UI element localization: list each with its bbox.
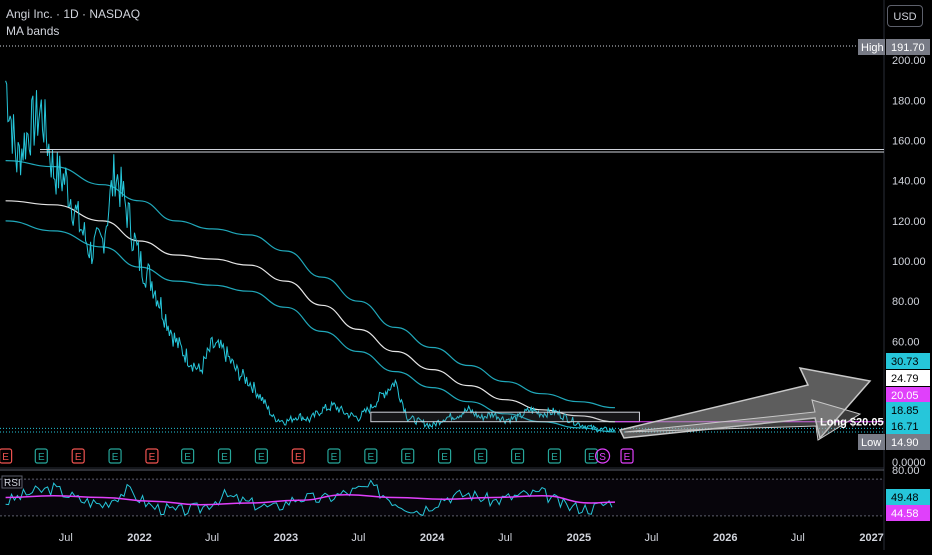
price-tag-value: 20.05 — [891, 390, 919, 402]
rsi-tag[interactable]: 44.58 — [886, 505, 930, 521]
price-tag[interactable]: 18.85 — [886, 402, 930, 418]
time-tick-label: Jul — [498, 532, 512, 544]
price-tag[interactable]: 14.90 Low — [858, 434, 930, 450]
price-tick-label: 100.00 — [892, 256, 926, 268]
earnings-marker[interactable]: E — [510, 448, 525, 464]
rsi-legend[interactable]: RSI — [1, 475, 23, 489]
price-axis[interactable]: 0.000020.0040.0060.0080.00100.00120.0014… — [858, 39, 930, 521]
earnings-marker-label: E — [112, 452, 119, 463]
price-series — [5, 80, 616, 433]
rsi-tag-value: 44.58 — [891, 508, 919, 520]
earnings-marker-label: E — [477, 452, 484, 463]
price-tick-label: 180.00 — [892, 95, 926, 107]
price-tag-value: 24.79 — [891, 373, 919, 385]
long-annotation: Long $20.05 — [820, 417, 884, 429]
price-tag[interactable]: 191.70 High — [858, 39, 930, 55]
price-line — [5, 80, 616, 433]
price-tag-label: Low — [861, 437, 881, 449]
earnings-marker[interactable]: E — [71, 448, 85, 464]
time-tick-label: 2022 — [127, 532, 151, 544]
price-tag[interactable]: 20.05 — [886, 387, 930, 403]
earnings-marker[interactable]: E — [438, 448, 452, 464]
price-tag[interactable]: 16.71 — [886, 418, 930, 434]
time-tick-label: 2023 — [274, 532, 298, 544]
grid — [0, 0, 885, 550]
time-tick-label: 2025 — [567, 532, 591, 544]
price-chart[interactable]: Long $20.05 EEEEEEEEEEEEEEEEESE RSI 0.00… — [0, 0, 932, 550]
price-tick-label: 140.00 — [892, 176, 926, 188]
earnings-marker-label: E — [588, 452, 595, 463]
time-tick-label: Jul — [351, 532, 365, 544]
price-tick-label: 200.00 — [892, 55, 926, 67]
price-tick-label: 120.00 — [892, 216, 926, 228]
earnings-marker-label: E — [404, 452, 411, 463]
time-tick-label: Jul — [791, 532, 805, 544]
earnings-marker[interactable]: E — [145, 448, 159, 464]
ma-line-ma_upper — [5, 160, 616, 409]
earnings-marker[interactable]: E — [474, 448, 488, 464]
time-tick-label: Jul — [644, 532, 658, 544]
price-tick-label: 60.00 — [892, 336, 920, 348]
earnings-marker-label: E — [184, 452, 191, 463]
earnings-marker[interactable]: E — [217, 448, 232, 464]
earnings-marker-label: E — [149, 452, 156, 463]
earnings-marker-label: E — [258, 452, 265, 463]
time-tick-label: Jul — [59, 532, 73, 544]
earnings-marker[interactable]: E — [108, 448, 122, 464]
earnings-marker-label: E — [624, 452, 631, 463]
earnings-marker[interactable]: E — [254, 448, 268, 464]
time-tick-label: 2024 — [420, 532, 445, 544]
price-tick-label: 160.00 — [892, 135, 926, 147]
rsi-tick-label: 80.00 — [892, 465, 920, 477]
rsi-background — [0, 479, 884, 516]
earnings-marker[interactable]: E — [327, 448, 341, 464]
indicator-label[interactable]: MA bands — [6, 24, 59, 38]
earnings-marker-label: E — [331, 452, 338, 463]
earnings-marker-label: E — [2, 452, 9, 463]
earnings-marker[interactable]: E — [364, 448, 378, 464]
earnings-marker-label: E — [75, 452, 82, 463]
rsi-pane: RSI — [0, 469, 884, 517]
earnings-marker-label: E — [514, 452, 521, 463]
earnings-marker[interactable]: E — [0, 448, 13, 464]
price-tag-value: 16.71 — [891, 421, 919, 433]
chart-stage: Long $20.05 EEEEEEEEEEEEEEEEESE RSI 0.00… — [0, 0, 932, 550]
earnings-marker-label: E — [441, 452, 448, 463]
price-tag[interactable]: 24.79 — [886, 370, 930, 386]
ma-line-ma_lower — [5, 220, 616, 433]
symbol-title[interactable]: Angi Inc. · 1D · NASDAQ — [6, 7, 140, 21]
price-tag-label: High — [861, 42, 884, 54]
support-zone — [370, 411, 640, 423]
earnings-marker[interactable]: E — [401, 448, 415, 464]
price-tag-value: 191.70 — [891, 42, 925, 54]
time-tick-label: 2027 — [859, 532, 883, 544]
price-tick-label: 80.00 — [892, 296, 920, 308]
earnings-marker-label: E — [38, 452, 45, 463]
earnings-marker[interactable]: E — [291, 448, 305, 464]
price-tag-value: 14.90 — [891, 437, 919, 449]
price-tag[interactable]: 30.73 — [886, 353, 930, 369]
rsi-legend-label: RSI — [4, 478, 21, 489]
earnings-marker[interactable]: E — [620, 448, 634, 464]
earnings-marker-label: E — [295, 452, 302, 463]
earnings-marker-label: S — [599, 452, 606, 463]
earnings-markers: EEEEEEEEEEEEEEEEESE — [0, 448, 634, 464]
ma-line-ma_center — [5, 200, 616, 423]
earnings-marker[interactable]: E — [181, 448, 195, 464]
rsi-tag-value: 49.48 — [891, 492, 919, 504]
rsi-tag[interactable]: 49.48 — [886, 489, 930, 505]
earnings-marker-label: E — [221, 452, 228, 463]
time-tick-label: 2026 — [713, 532, 737, 544]
price-tag-value: 30.73 — [891, 356, 919, 368]
time-axis[interactable]: Jul 2022 Jul 2023 Jul 2024 Jul 2025 Jul 2026 Jul 20… — [59, 532, 884, 544]
earnings-marker[interactable]: E — [34, 448, 48, 464]
earnings-marker-label: E — [368, 452, 375, 463]
drawings: Long $20.05 — [0, 45, 884, 441]
price-tag-value: 18.85 — [891, 405, 919, 417]
currency-button[interactable]: USD — [887, 5, 923, 27]
time-tick-label: Jul — [205, 532, 219, 544]
ma-bands — [5, 160, 616, 433]
earnings-marker[interactable]: E — [547, 448, 562, 464]
earnings-marker-label: E — [551, 452, 558, 463]
